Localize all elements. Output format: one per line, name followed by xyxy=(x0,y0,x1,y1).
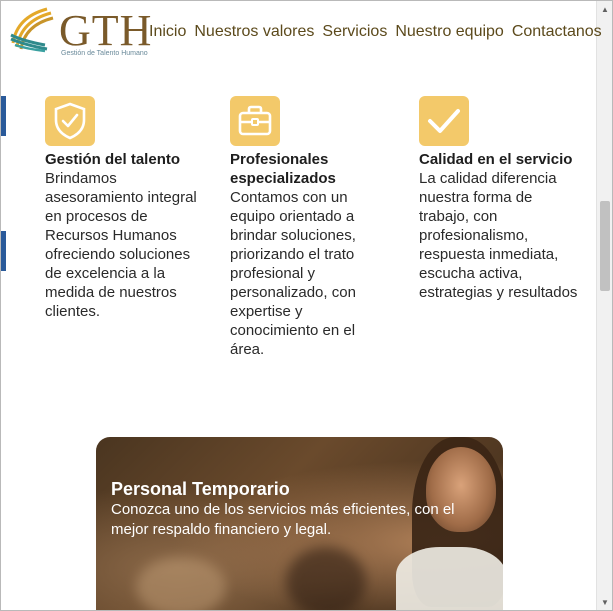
nav-item-contactanos[interactable]: Contactanos xyxy=(512,23,602,41)
vertical-scrollbar[interactable]: ▲ ▼ xyxy=(596,1,612,610)
brand-tagline: Gestión de Talento Humano xyxy=(61,50,148,57)
banner-photo-detail xyxy=(136,557,226,610)
background-window-edge xyxy=(1,231,6,271)
nav-item-nuestro-equipo[interactable]: Nuestro equipo xyxy=(395,23,504,41)
scroll-down-arrow-icon[interactable]: ▼ xyxy=(597,594,612,610)
feature-title: Calidad en el servicio xyxy=(419,151,573,168)
feature-gestion-talento: Gestión del talento Brindamos asesoramie… xyxy=(45,96,205,321)
briefcase-icon xyxy=(230,96,280,146)
banner-text: Conozca uno de los servicios más eficien… xyxy=(111,501,455,538)
feature-title: Profesionales especializados xyxy=(230,151,336,187)
feature-calidad: Calidad en el servicio La calidad difere… xyxy=(419,96,579,302)
banner-title: Personal Temporario xyxy=(111,479,290,499)
checkmark-icon xyxy=(419,96,469,146)
browser-window: GTH Gestión de Talento Humano Inicio Nue… xyxy=(0,0,613,611)
nav-item-servicios[interactable]: Servicios xyxy=(322,23,387,41)
main-nav: Inicio Nuestros valores Servicios Nuestr… xyxy=(149,23,602,41)
feature-profesionales: Profesionales especializados Contamos co… xyxy=(230,96,390,359)
site-header: GTH Gestión de Talento Humano Inicio Nue… xyxy=(1,1,602,71)
shield-check-icon xyxy=(45,96,95,146)
scroll-up-arrow-icon[interactable]: ▲ xyxy=(597,1,612,17)
service-banner-personal-temporario[interactable]: Personal Temporario Conozca uno de los s… xyxy=(96,437,503,610)
nav-item-nuestros-valores[interactable]: Nuestros valores xyxy=(194,23,314,41)
background-window-edge xyxy=(1,96,6,136)
feature-title: Gestión del talento xyxy=(45,151,181,168)
logo-mark-icon xyxy=(10,7,54,53)
feature-text: Brindamos asesoramiento integral en proc… xyxy=(45,170,197,320)
banner-photo-detail xyxy=(286,547,366,610)
nav-item-inicio[interactable]: Inicio xyxy=(149,23,186,41)
brand-logo[interactable]: GTH Gestión de Talento Humano xyxy=(7,5,151,61)
scrollbar-thumb[interactable] xyxy=(600,201,610,291)
feature-text: La calidad diferencia nuestra forma de t… xyxy=(419,170,578,301)
feature-text: Contamos con un equipo orientado a brind… xyxy=(230,189,356,358)
banner-photo-person-shirt xyxy=(396,547,503,610)
